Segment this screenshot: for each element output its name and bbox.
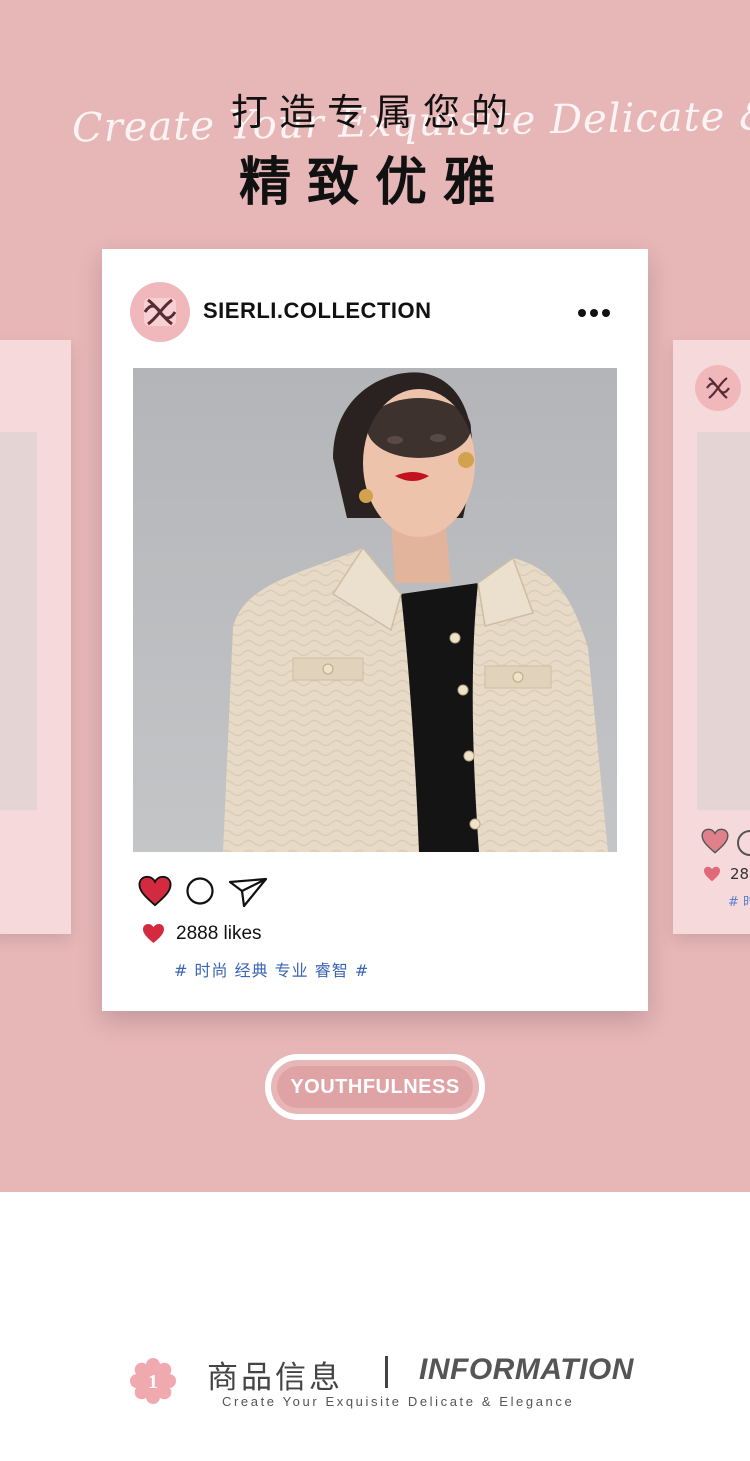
brand-logo-icon — [143, 298, 177, 326]
side-card-right[interactable]: 28 # 时 — [673, 340, 750, 934]
comment-icon — [737, 830, 750, 856]
headline-line-2: 精致优雅 — [238, 153, 511, 213]
heart-icon — [143, 923, 164, 944]
product-photo[interactable] — [133, 368, 617, 852]
heart-icon — [701, 828, 729, 854]
title-divider — [385, 1356, 388, 1388]
send-icon[interactable] — [228, 876, 268, 908]
side-card-tags-peek: # 时 — [728, 895, 750, 910]
comment-icon[interactable] — [186, 877, 214, 905]
info-section — [0, 1192, 750, 1461]
info-title-cn: 商品信息 — [207, 1360, 343, 1396]
more-dots-icon[interactable] — [574, 301, 614, 325]
side-card-right-avatar — [695, 365, 741, 411]
side-card-right-photo — [697, 432, 750, 810]
likes-count: 2888 likes — [176, 923, 262, 944]
info-subtitle: Create Your Exquisite Delicate & Eleganc… — [222, 1394, 575, 1409]
post-card: SIERLI.COLLECTION 2888 likes # 时尚 经典 专业 … — [102, 249, 648, 1011]
hero-section: Create Your Exquisite Delicate & Eleganc… — [0, 0, 750, 1192]
headline-line-1: 打造专属您的 — [231, 91, 519, 134]
youthfulness-button[interactable]: YOUTHFULNESS — [265, 1054, 485, 1120]
side-card-likes-peek: 28 — [730, 865, 750, 883]
model-photo-illustration — [133, 368, 617, 852]
side-card-left[interactable] — [0, 340, 71, 934]
side-card-left-photo — [0, 432, 37, 810]
badge-number: 1 — [148, 1371, 158, 1393]
youthfulness-label: YOUTHFULNESS — [277, 1066, 473, 1108]
heart-icon — [704, 866, 720, 882]
brand-logo-icon — [706, 377, 730, 399]
heart-icon[interactable] — [138, 875, 172, 907]
post-tags[interactable]: # 时尚 经典 专业 睿智 # — [174, 957, 369, 981]
brand-name[interactable]: SIERLI.COLLECTION — [203, 298, 432, 324]
flower-badge-icon: 1 — [130, 1358, 176, 1404]
brand-avatar[interactable] — [130, 282, 190, 342]
info-title-en: INFORMATION — [419, 1353, 634, 1386]
